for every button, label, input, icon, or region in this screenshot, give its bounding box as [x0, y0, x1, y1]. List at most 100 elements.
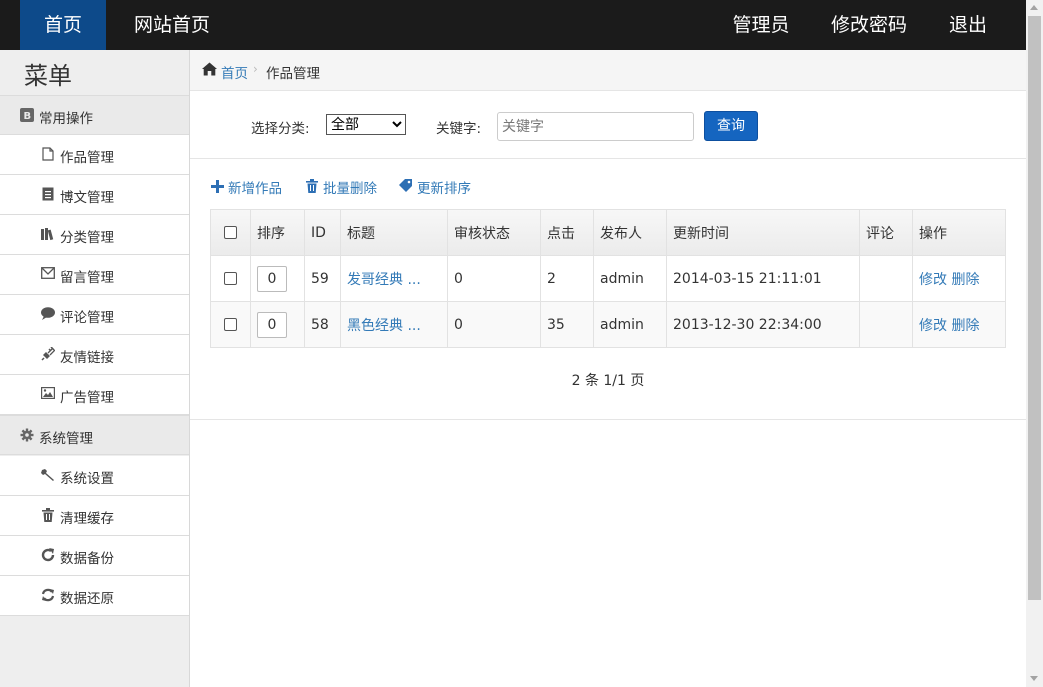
sidebar-item-works[interactable]: 作品管理	[0, 135, 189, 175]
sidebar-item-backup[interactable]: 数据备份	[0, 536, 189, 576]
id-cell: 58	[304, 301, 341, 348]
sort-cell: 0	[250, 301, 305, 348]
batch-delete-button[interactable]: 批量删除	[304, 177, 377, 197]
actions-cell: 修改 删除	[912, 301, 1006, 348]
vertical-scrollbar[interactable]	[1026, 0, 1043, 687]
sidebar-item-label: 系统设置	[60, 471, 114, 487]
select-all-cell	[210, 209, 251, 256]
nav-site-home[interactable]: 网站首页	[126, 0, 218, 50]
comments-cell	[859, 255, 913, 302]
scroll-down-arrow[interactable]	[1030, 676, 1038, 681]
comment-icon	[41, 307, 55, 321]
sort-input[interactable]: 0	[257, 311, 287, 338]
add-work-button[interactable]: 新增作品	[209, 177, 282, 197]
update-sort-button[interactable]: 更新排序	[398, 177, 471, 197]
nav-change-password[interactable]: 修改密码	[823, 0, 915, 50]
sidebar-group-label: 常用操作	[39, 111, 93, 127]
col-header-status: 审核状态	[447, 209, 541, 256]
sidebar-item-comments[interactable]: 评论管理	[0, 295, 189, 335]
search-panel: 选择分类: 全部 关键字: 查询	[190, 91, 1026, 159]
sidebar-item-label: 留言管理	[60, 270, 114, 286]
row-select-cell	[210, 301, 251, 348]
row-checkbox[interactable]	[224, 272, 237, 285]
author-cell: admin	[593, 255, 667, 302]
status-cell: 0	[447, 301, 541, 348]
row-checkbox[interactable]	[224, 318, 237, 331]
row-select-cell	[210, 255, 251, 302]
content-divider	[190, 419, 1026, 420]
sidebar-item-categories[interactable]: 分类管理	[0, 215, 189, 255]
sidebar-item-links[interactable]: 友情链接	[0, 335, 189, 375]
menu-title: 菜单	[24, 62, 72, 90]
col-header-sort: 排序	[250, 209, 305, 256]
tag-icon	[398, 179, 414, 197]
sidebar-group-label: 系统管理	[39, 431, 93, 447]
sidebar-item-label: 数据还原	[60, 591, 114, 607]
scrollbar-thumb[interactable]	[1028, 16, 1041, 600]
sort-input[interactable]: 0	[257, 265, 287, 292]
table-row: 0 58 黑色经典 ... 0 35 admin 2013-12-30 22:3…	[210, 301, 1006, 348]
sync-icon	[41, 588, 55, 602]
updated-cell: 2013-12-30 22:34:00	[666, 301, 860, 348]
scroll-up-arrow[interactable]	[1030, 5, 1038, 10]
comments-cell	[859, 301, 913, 348]
col-header-author: 发布人	[593, 209, 667, 256]
category-select[interactable]: 全部	[326, 114, 406, 135]
title-link[interactable]: 黑色经典 ...	[347, 318, 421, 334]
sidebar: 菜单 B 常用操作 作品管理 博文管理 分类管理 留言管理 评论管理 友情链接 …	[0, 50, 190, 687]
actions-cell: 修改 删除	[912, 255, 1006, 302]
sidebar-item-messages[interactable]: 留言管理	[0, 255, 189, 295]
col-header-comments: 评论	[859, 209, 913, 256]
table-header-row: 排序 ID 标题 审核状态 点击 发布人 更新时间 评论 操作	[210, 209, 1006, 256]
sidebar-item-settings[interactable]: 系统设置	[0, 456, 189, 496]
nav-logout[interactable]: 退出	[940, 0, 996, 50]
status-cell: 0	[447, 255, 541, 302]
nav-admin[interactable]: 管理员	[724, 0, 798, 50]
nav-home[interactable]: 首页	[20, 0, 106, 50]
delete-link[interactable]: 删除	[951, 318, 979, 334]
sidebar-item-ads[interactable]: 广告管理	[0, 375, 189, 415]
breadcrumb-current: 作品管理	[266, 66, 320, 82]
sidebar-item-label: 数据备份	[60, 551, 114, 567]
table-row: 0 59 发哥经典 ... 0 2 admin 2014-03-15 21:11…	[210, 255, 1006, 302]
keyword-label: 关键字:	[436, 121, 482, 137]
add-work-label: 新增作品	[228, 181, 282, 197]
updated-cell: 2014-03-15 21:11:01	[666, 255, 860, 302]
title-cell: 发哥经典 ...	[340, 255, 448, 302]
author-cell: admin	[593, 301, 667, 348]
works-table: 排序 ID 标题 审核状态 点击 发布人 更新时间 评论 操作 0 59 发哥经…	[210, 209, 1006, 348]
edit-link[interactable]: 修改	[919, 318, 947, 334]
plus-icon	[209, 179, 225, 197]
keyword-input[interactable]	[497, 112, 694, 141]
col-header-title: 标题	[340, 209, 448, 256]
sidebar-group-system[interactable]: 系统管理	[0, 415, 189, 455]
query-button[interactable]: 查询	[704, 111, 758, 141]
picture-icon	[41, 387, 56, 401]
sidebar-item-label: 分类管理	[60, 230, 114, 246]
list-doc-icon	[41, 187, 55, 201]
sidebar-item-blog[interactable]: 博文管理	[0, 175, 189, 215]
plug-icon	[41, 346, 56, 361]
edit-link[interactable]: 修改	[919, 272, 947, 288]
select-all-checkbox[interactable]	[224, 226, 237, 239]
delete-link[interactable]: 删除	[951, 272, 979, 288]
sidebar-item-clear-cache[interactable]: 清理缓存	[0, 496, 189, 536]
gear-icon	[20, 428, 34, 442]
sidebar-item-label: 广告管理	[60, 390, 114, 406]
bootstrap-icon: B	[20, 108, 34, 122]
title-link[interactable]: 发哥经典 ...	[347, 272, 421, 288]
title-cell: 黑色经典 ...	[340, 301, 448, 348]
breadcrumb-home-link[interactable]: 首页	[221, 62, 248, 82]
trash-icon	[41, 508, 55, 522]
sidebar-item-label: 清理缓存	[60, 511, 114, 527]
books-icon	[41, 227, 55, 241]
clicks-cell: 2	[540, 255, 594, 302]
sidebar-item-restore[interactable]: 数据还原	[0, 576, 189, 616]
trash-icon	[304, 179, 320, 197]
clicks-cell: 35	[540, 301, 594, 348]
action-toolbar: 新增作品 批量删除 更新排序	[190, 159, 1026, 209]
breadcrumb: 首页 › 作品管理	[190, 50, 1026, 91]
update-sort-label: 更新排序	[417, 181, 471, 197]
sidebar-item-label: 作品管理	[60, 150, 114, 166]
sidebar-group-common[interactable]: B 常用操作	[0, 95, 189, 135]
